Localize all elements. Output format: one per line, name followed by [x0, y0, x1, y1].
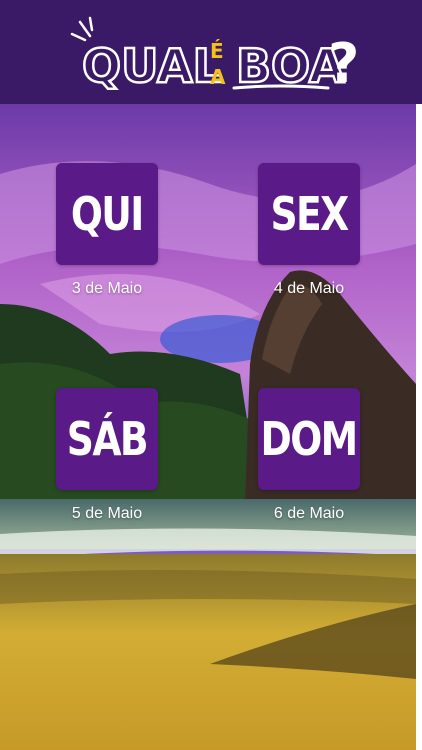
- sparkle-icon: [70, 16, 94, 42]
- logo-word-a: A: [210, 65, 226, 89]
- day-date-label: 3 de Maio: [71, 280, 143, 297]
- day-card-sunday[interactable]: DOM 6 de Maio: [258, 388, 360, 523]
- qual-e-a-boa-logo: QUAL É A BOA ?: [70, 16, 359, 94]
- day-abbr-label: SÁB: [66, 412, 149, 466]
- logo-word-qual: QUAL: [82, 39, 222, 93]
- logo-question-mark: ?: [328, 32, 359, 94]
- day-tile[interactable]: SEX: [258, 163, 360, 265]
- day-abbr-label: QUI: [71, 187, 144, 241]
- scrollbar-track: [416, 104, 422, 750]
- day-abbr-label: DOM: [261, 412, 359, 466]
- day-card-friday[interactable]: SEX 4 de Maio: [258, 163, 360, 298]
- day-abbr-label: SEX: [270, 187, 349, 241]
- day-tile[interactable]: QUI: [56, 163, 158, 265]
- day-card-thursday[interactable]: QUI 3 de Maio: [56, 163, 158, 298]
- day-tile[interactable]: DOM: [258, 388, 360, 490]
- day-date-label: 6 de Maio: [273, 505, 345, 522]
- logo-word-e: É: [210, 39, 224, 63]
- day-tile[interactable]: SÁB: [56, 388, 158, 490]
- day-date-label: 4 de Maio: [273, 280, 345, 297]
- day-date-label: 5 de Maio: [71, 505, 143, 522]
- day-card-saturday[interactable]: SÁB 5 de Maio: [56, 388, 158, 523]
- app-header: QUAL É A BOA ?: [0, 0, 422, 104]
